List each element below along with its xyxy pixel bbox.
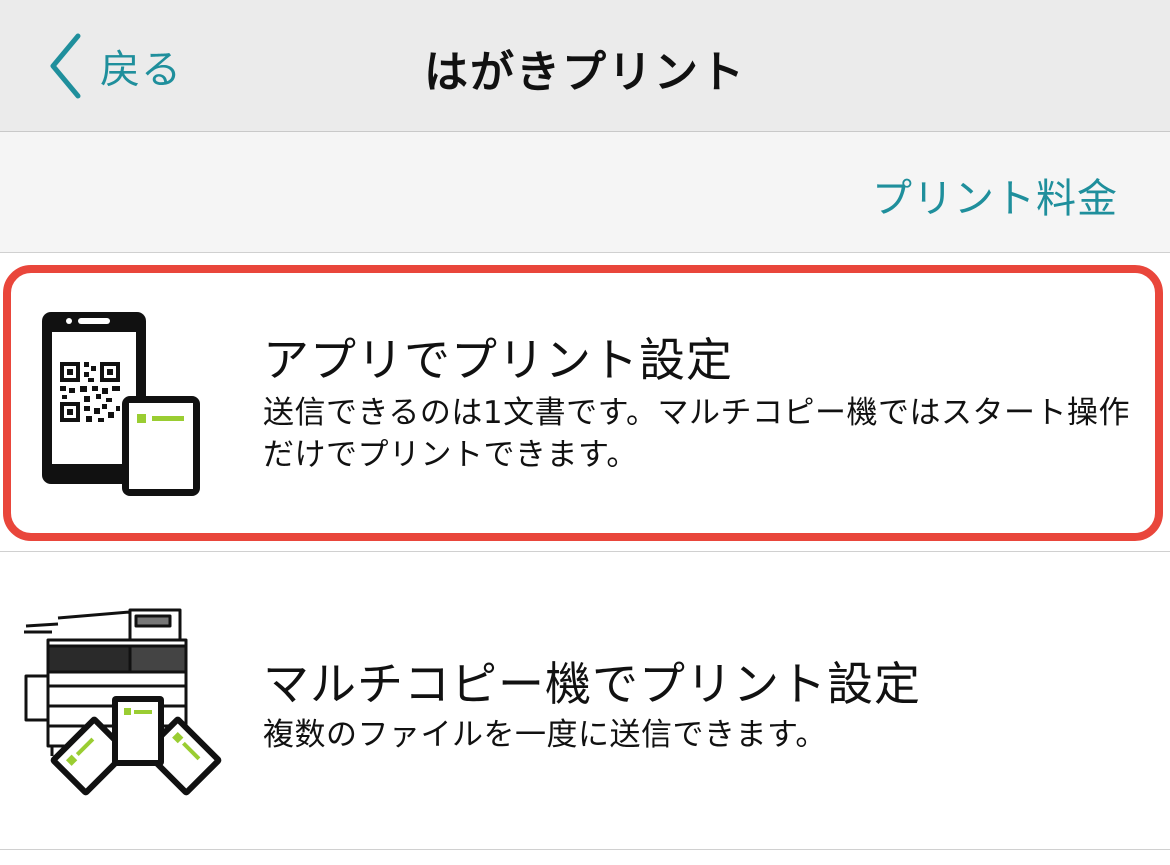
- smartphone-qr-icon: [38, 310, 202, 500]
- app-print-settings-option[interactable]: アプリでプリント設定 送信できるのは1文書です。マルチコピー機ではスタート操作だ…: [0, 262, 1170, 544]
- multifunction-copier-icon: [22, 606, 222, 806]
- option-title: マルチコピー機でプリント設定: [263, 657, 921, 711]
- option-description: 複数のファイルを一度に送信できます。: [263, 717, 827, 753]
- divider: [0, 849, 1170, 850]
- copier-print-settings-option[interactable]: マルチコピー機でプリント設定 複数のファイルを一度に送信できます。: [0, 552, 1170, 850]
- navigation-bar: 戻る はがきプリント: [0, 0, 1170, 132]
- option-description: 送信できるのは1文書です。マルチコピー機ではスタート操作だけでプリントできます。: [263, 395, 1131, 473]
- print-fee-link[interactable]: プリント料金: [872, 166, 1118, 224]
- page-title: はがきプリント: [424, 47, 746, 98]
- option-title: アプリでプリント設定: [263, 333, 733, 387]
- sub-toolbar: プリント料金: [0, 132, 1170, 253]
